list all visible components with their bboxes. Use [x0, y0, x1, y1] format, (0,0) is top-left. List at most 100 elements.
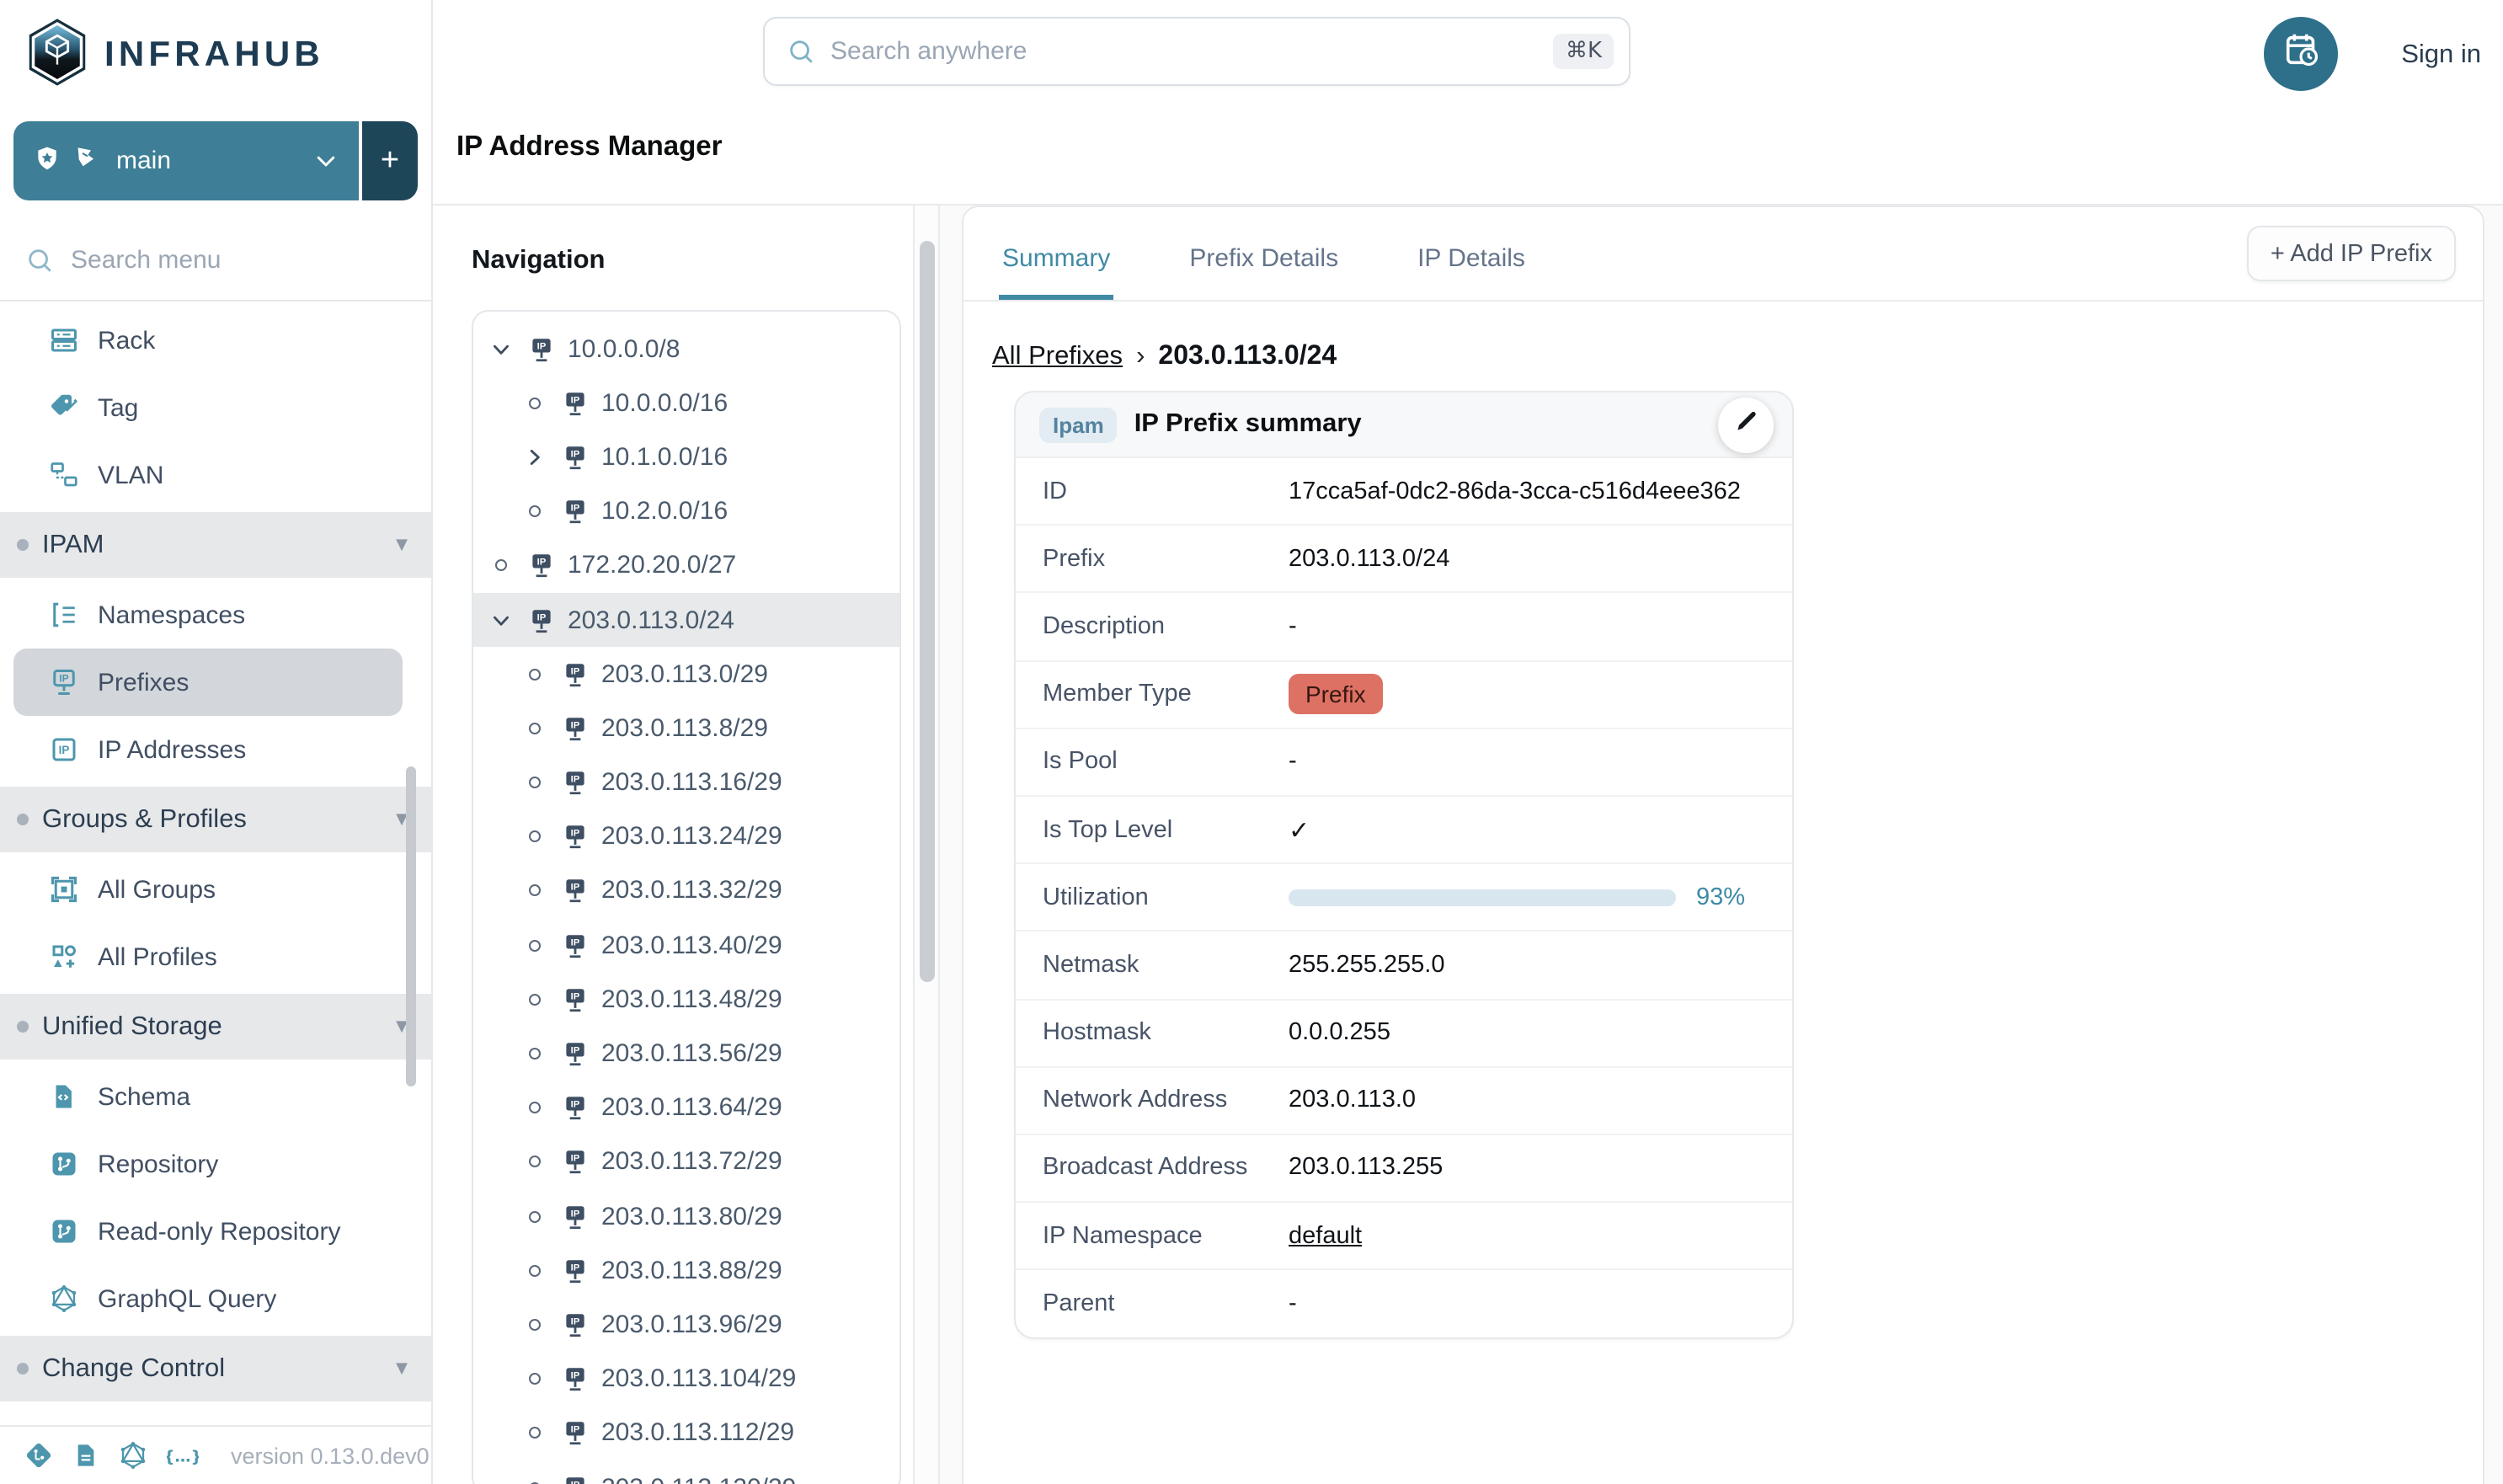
tree-item-203-0-113-72-29[interactable]: IP203.0.113.72/29 [473, 1135, 899, 1189]
sidebar-item-schema[interactable]: Schema [0, 1063, 431, 1130]
ip-prefix-icon: IP [561, 497, 590, 526]
svg-text:IP: IP [537, 558, 547, 568]
ip-prefix-icon: IP [561, 1364, 590, 1393]
tree-item-label: 203.0.113.16/29 [601, 768, 782, 797]
page-title: IP Address Manager [456, 131, 722, 163]
sidebar-group-ipam[interactable]: IPAM▼ [0, 512, 431, 578]
add-ip-prefix-button[interactable]: + Add IP Prefix [2247, 226, 2456, 281]
sidebar-item-all-profiles[interactable]: All Profiles [0, 923, 431, 990]
sidebar-scrollbar[interactable] [406, 766, 416, 1086]
sidebar-item-rack[interactable]: Rack [0, 307, 431, 374]
tree-item-label: 10.1.0.0/16 [601, 443, 728, 472]
leaf-bullet-icon [520, 1048, 549, 1060]
sidebar-group-unified-storage[interactable]: Unified Storage▼ [0, 994, 431, 1060]
tree-item-172-20-20-0-27[interactable]: IP172.20.20.0/27 [473, 539, 899, 593]
tree-item-203-0-113-16-29[interactable]: IP 203.0.113.16/29 [473, 755, 899, 809]
sign-in-button[interactable]: Sign in [2401, 40, 2481, 71]
tab-summary[interactable]: Summary [999, 244, 1113, 300]
sidebar-item-vlan[interactable]: VLAN [0, 441, 431, 509]
brand-name: INFRAHUB [104, 35, 324, 76]
tree-item-10-0-0-0-8[interactable]: IP10.0.0.0/8 [473, 322, 899, 376]
sidebar-search-input[interactable] [71, 246, 406, 275]
chevron-down-icon[interactable] [487, 338, 515, 360]
svg-text:IP: IP [571, 395, 580, 405]
sidebar-item-all-groups[interactable]: All Groups [0, 856, 431, 923]
breadcrumb-separator: › [1136, 342, 1145, 372]
global-search-input[interactable] [830, 37, 1539, 66]
tree-item-203-0-113-64-29[interactable]: IP203.0.113.64/29 [473, 1081, 899, 1134]
edit-button[interactable] [1718, 398, 1774, 453]
sidebar-item-namespaces[interactable]: Namespaces [0, 581, 431, 649]
svg-text:IP: IP [571, 450, 580, 460]
sidebar-item-label: Read-only Repository [98, 1217, 341, 1246]
graphql-icon[interactable] [118, 1440, 148, 1471]
tree-item-label: 10.2.0.0/16 [601, 497, 728, 526]
svg-text:IP: IP [571, 775, 580, 785]
svg-text:IP: IP [571, 1100, 580, 1110]
tree-item-203-0-113-0-29[interactable]: IP203.0.113.0/29 [473, 647, 899, 701]
svg-text:IP: IP [537, 612, 547, 622]
tree-item-203-0-113-48-29[interactable]: IP203.0.113.48/29 [473, 973, 899, 1027]
breadcrumb-all-prefixes-link[interactable]: All Prefixes [992, 342, 1123, 372]
ip-prefix-icon: IP [561, 1419, 590, 1448]
sidebar-group-label: Groups & Profiles [42, 804, 247, 835]
sidebar-item-tag[interactable]: Tag [0, 374, 431, 441]
sidebar-item-read-only-repository[interactable]: Read-only Repository [0, 1198, 431, 1265]
leaf-bullet-icon [520, 1373, 549, 1385]
chevron-right-icon[interactable] [520, 446, 549, 468]
tree-item-10-1-0-0-16[interactable]: IP 10.1.0.0/16 [473, 430, 899, 484]
tree-item-203-0-113-112-29[interactable]: IP203.0.113.112/29 [473, 1407, 899, 1460]
tree-item-203-0-113-104-29[interactable]: IP 203.0.113.104/29 [473, 1352, 899, 1406]
tree-item-203-0-113-32-29[interactable]: IP203.0.113.32/29 [473, 864, 899, 918]
summary-row-ip-namespace: IP Namespacedefault [1016, 1203, 1792, 1270]
tree-item-203-0-113-0-24[interactable]: IP203.0.113.0/24 [473, 593, 899, 647]
namespace-link[interactable]: default [1289, 1222, 1362, 1249]
tab-prefix-details[interactable]: Prefix Details [1186, 244, 1342, 300]
profiles-icon [47, 942, 79, 972]
tree-item-203-0-113-24-29[interactable]: IP203.0.113.24/29 [473, 809, 899, 863]
summary-row-label: Prefix [1043, 546, 1289, 573]
sidebar-item-prefixes[interactable]: IPPrefixes [13, 649, 403, 716]
branch-select-button[interactable]: main [13, 121, 359, 200]
tree-item-label: 203.0.113.72/29 [601, 1148, 782, 1177]
doc-file-icon[interactable] [72, 1440, 99, 1471]
summary-row-value: ✓ [1289, 814, 1310, 845]
tree-item-label: 203.0.113.104/29 [601, 1364, 796, 1393]
sidebar-item-graphql-query[interactable]: GraphQL Query [0, 1265, 431, 1332]
tree-item-203-0-113-120-29[interactable]: IP203.0.113.120/29 [473, 1460, 899, 1484]
tree-item-203-0-113-8-29[interactable]: IP203.0.113.8/29 [473, 702, 899, 755]
version-label: version 0.13.0.dev0 [231, 1443, 430, 1468]
add-branch-button[interactable]: + [359, 121, 418, 200]
navigation-scrollbar-thumb[interactable] [920, 241, 935, 982]
logo[interactable]: INFRAHUB [0, 0, 431, 111]
tree-item-10-0-0-0-16[interactable]: IP10.0.0.0/16 [473, 376, 899, 430]
schedule-button[interactable] [2264, 17, 2338, 91]
chevron-down-icon[interactable] [487, 609, 515, 631]
tree-item-203-0-113-88-29[interactable]: IP203.0.113.88/29 [473, 1243, 899, 1297]
summary-row-value: default [1289, 1222, 1362, 1249]
git-diamond-icon[interactable] [24, 1440, 54, 1471]
sidebar-item-repository[interactable]: Repository [0, 1130, 431, 1198]
tree-item-10-2-0-0-16[interactable]: IP 10.2.0.0/16 [473, 484, 899, 538]
svg-text:IP: IP [571, 883, 580, 894]
sidebar-item-ip-addresses[interactable]: IPIP Addresses [0, 716, 431, 783]
tab-ip-details[interactable]: IP Details [1414, 244, 1529, 300]
leaf-bullet-icon [520, 1265, 549, 1277]
tree-item-203-0-113-56-29[interactable]: IP203.0.113.56/29 [473, 1027, 899, 1081]
ip-prefix-icon: IP [561, 823, 590, 851]
bullet-icon [17, 539, 29, 551]
sidebar-group-groups-profiles[interactable]: Groups & Profiles▼ [0, 787, 431, 852]
sidebar-group-change-control[interactable]: Change Control▼ [0, 1336, 431, 1401]
braces-icon[interactable]: {…} [167, 1440, 199, 1471]
svg-text:IP: IP [571, 991, 580, 1001]
tree-item-203-0-113-80-29[interactable]: IP203.0.113.80/29 [473, 1189, 899, 1243]
ip-sign-icon: IP [47, 667, 79, 697]
sidebar-item-label: GraphQL Query [98, 1284, 276, 1313]
bullet-icon [17, 1021, 29, 1033]
tree-item-203-0-113-40-29[interactable]: IP203.0.113.40/29 [473, 918, 899, 972]
leaf-bullet-icon [520, 1156, 549, 1168]
groups-icon [47, 874, 79, 905]
ip-prefix-icon: IP [561, 768, 590, 797]
tree-item-203-0-113-96-29[interactable]: IP203.0.113.96/29 [473, 1298, 899, 1352]
summary-row-value: 0.0.0.255 [1289, 1019, 1390, 1046]
